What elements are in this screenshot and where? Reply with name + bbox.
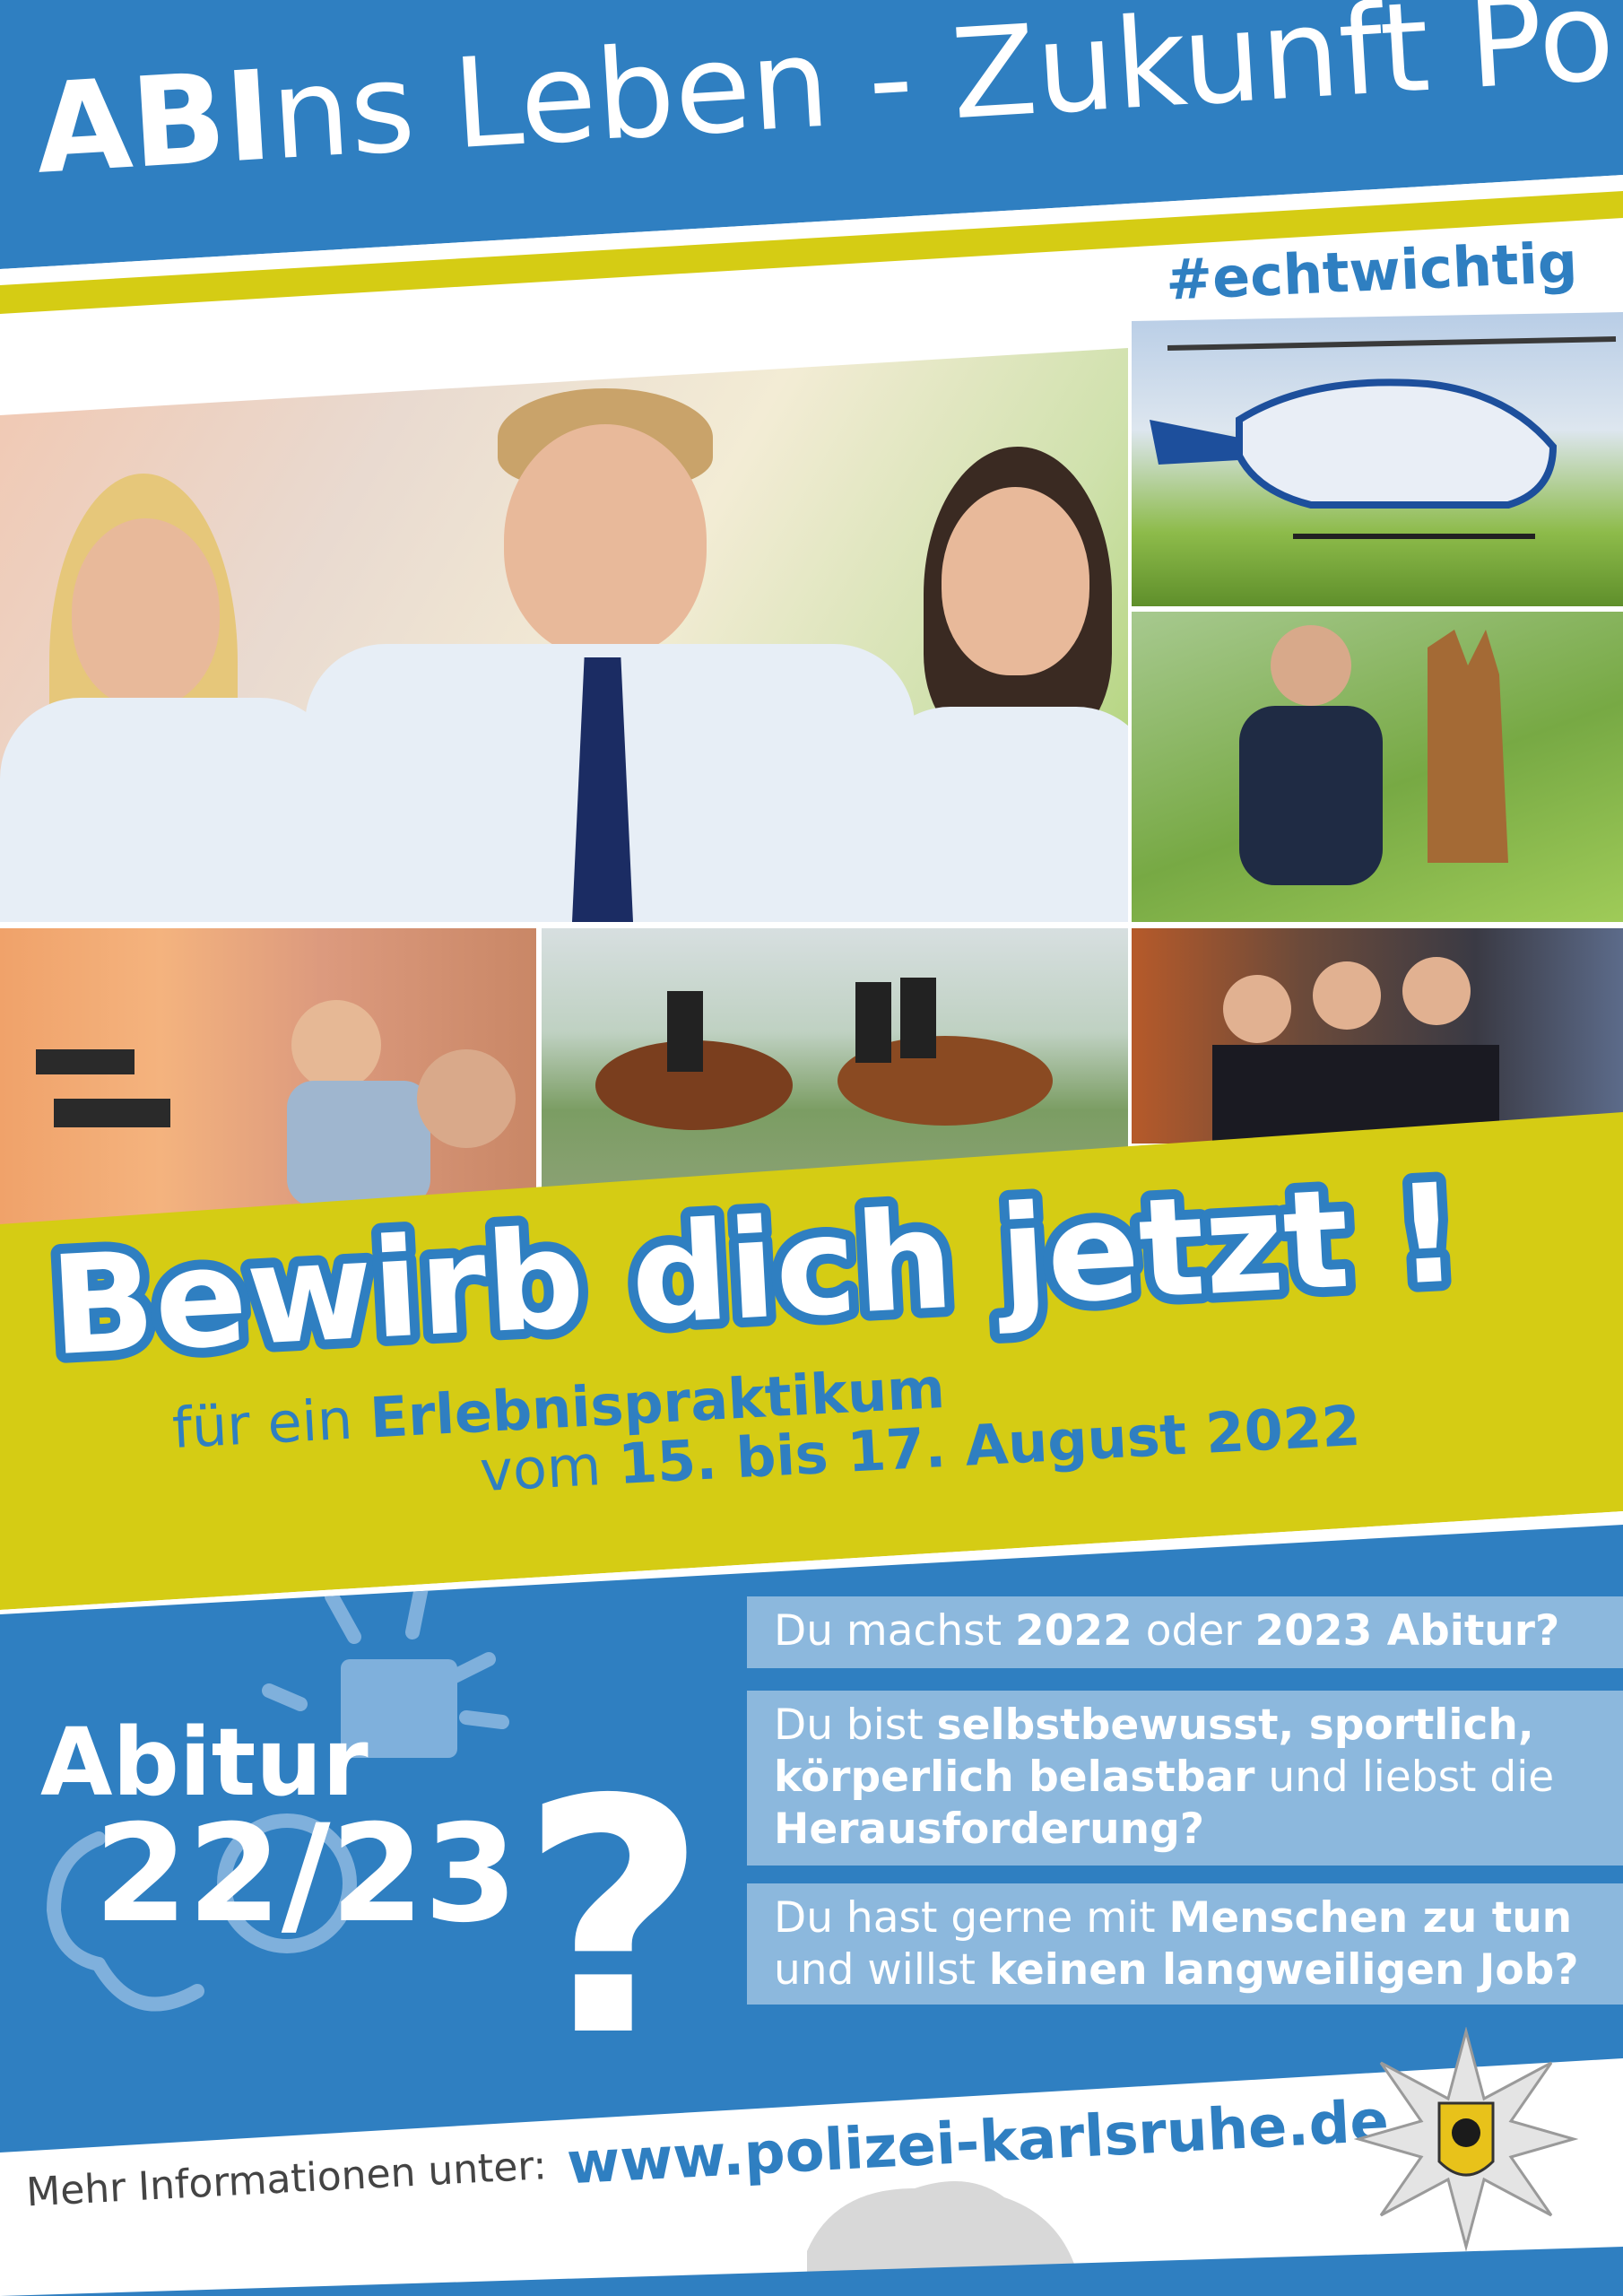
q1-strong-a: 2022 [1015, 1606, 1133, 1656]
q2-text-a: Du bist [774, 1700, 937, 1750]
question-box-3: Du hast gerne mit Menschen zu tun und wi… [747, 1883, 1623, 2005]
q2-strong-a: selbstbewusst, sportlich, [936, 1700, 1534, 1750]
q3-text-a: Du hast gerne mit [774, 1893, 1169, 1943]
q2-text-c: und liebst die [1254, 1752, 1555, 1802]
q3-strong-b: keinen langweiligen Job? [988, 1945, 1579, 1995]
q3-strong-a: Menschen zu tun [1168, 1893, 1573, 1943]
q1-text-b: oder [1132, 1606, 1255, 1656]
officer-left [0, 420, 341, 922]
abitur-years: 22/23 [94, 1796, 518, 1952]
question-box-2: Du bist selbstbewusst, sportlich, körper… [747, 1691, 1623, 1866]
question-box-1: Du machst 2022 oder 2023 Abitur? [747, 1596, 1623, 1668]
hashtag: #echtwichtig [1164, 229, 1579, 313]
title-abi: ABI [31, 43, 276, 202]
officer-center [305, 361, 915, 922]
q2-strong-c: Herausforderung? [774, 1805, 1204, 1854]
photo-officers-trio [0, 348, 1128, 922]
police-star-emblem-icon [1353, 2026, 1579, 2252]
photo-officer-with-dog [1132, 612, 1623, 922]
cta-line1-prefix: für ein [170, 1385, 372, 1462]
dog-handler-illustration [1239, 625, 1508, 885]
question-mark-graphic: ? [520, 1731, 707, 2107]
photo-helicopter [1132, 312, 1623, 606]
q3-text-b: und willst [774, 1945, 989, 1995]
q1-strong-b: 2023 Abitur? [1254, 1606, 1560, 1656]
helicopter-illustration [1150, 336, 1617, 539]
q2-strong-b: körperlich belastbar [774, 1752, 1255, 1802]
cta-line2-prefix: vom [478, 1431, 621, 1505]
officer-right [870, 420, 1128, 922]
footer-label: Mehr Informationen unter: [24, 2143, 548, 2216]
q1-text-a: Du machst [774, 1606, 1015, 1656]
